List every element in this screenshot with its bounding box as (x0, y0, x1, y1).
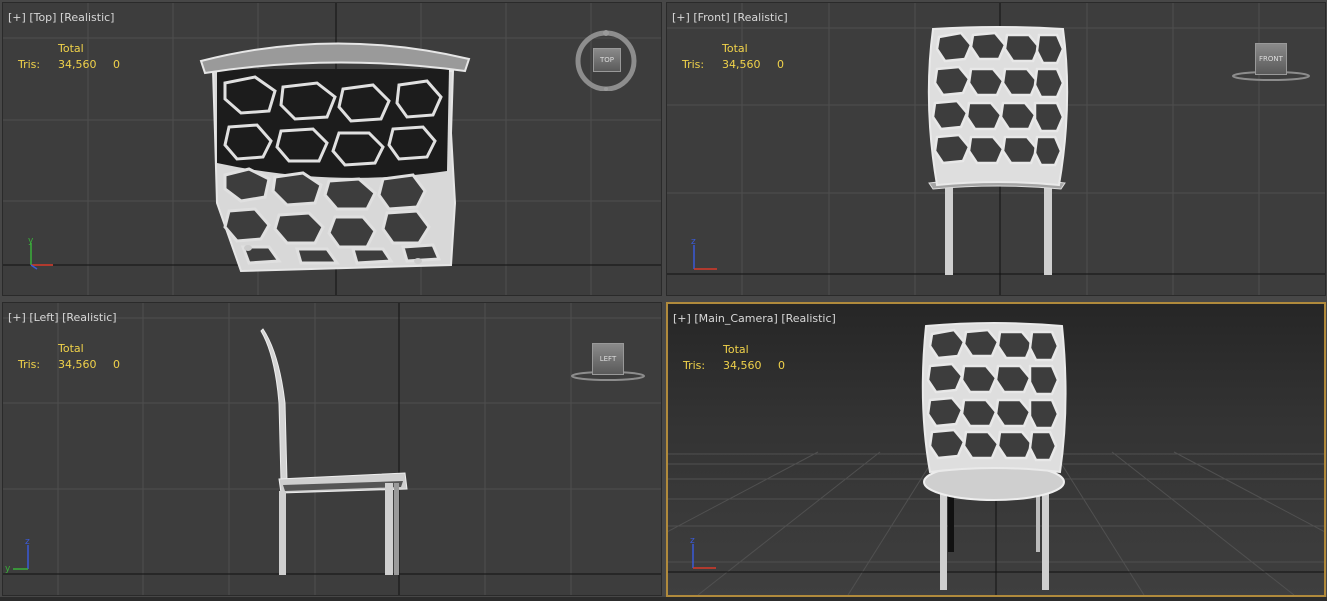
axis-y-label: y (28, 236, 34, 246)
stats-tris-value: 34,560 (722, 58, 761, 71)
axis-z-label: z (690, 536, 695, 546)
bottom-strip (0, 597, 1327, 601)
viewport-menu-plus[interactable]: [+] (673, 312, 691, 325)
viewport-shading-label[interactable]: [Realistic] (62, 311, 117, 324)
stats-tris-label: Tris: (683, 359, 706, 372)
axis-y-label: y (5, 564, 11, 574)
stats-tris-selected: 0 (113, 58, 120, 71)
front-view-scene: z (667, 3, 1325, 295)
viewport-label-top: [+] [Top] [Realistic] (8, 11, 114, 24)
viewcube-top[interactable]: TOP (573, 25, 639, 92)
viewport-shading-label[interactable]: [Realistic] (781, 312, 836, 325)
viewcube-left[interactable]: LEFT (568, 341, 648, 383)
viewport-left[interactable]: z y [+] [Left] [Realistic] Total Tris: 3… (2, 302, 662, 596)
viewcube-face-top[interactable]: TOP (593, 48, 621, 72)
axis-z-label: z (691, 237, 696, 247)
viewport-camera[interactable]: z [+] [Main_Camera] [Realistic] Total Tr… (666, 302, 1326, 597)
viewport-layout: y [+] [Top] [Realistic] Total Tris: 34,5… (0, 0, 1327, 601)
stats-total-label: Total (58, 42, 84, 55)
viewport-view-label[interactable]: [Main_Camera] (694, 312, 778, 325)
stats-tris-value: 34,560 (58, 58, 97, 71)
stats-tris-label: Tris: (682, 58, 705, 71)
viewport-front[interactable]: z [+] [Front] [Realistic] Total Tris: 34… (666, 2, 1326, 296)
left-view-scene: z y (3, 303, 661, 595)
stats-total-label: Total (58, 342, 84, 355)
stats-tris-selected: 0 (778, 359, 785, 372)
stats-tris-value: 34,560 (58, 358, 97, 371)
viewport-view-label[interactable]: [Top] (29, 11, 56, 24)
stats-tris-label: Tris: (18, 58, 41, 71)
viewcube-face-left[interactable]: LEFT (592, 343, 624, 375)
stats-total-label: Total (723, 343, 749, 356)
stats-tris-selected: 0 (113, 358, 120, 371)
stats-tris-selected: 0 (777, 58, 784, 71)
viewport-label-front: [+] [Front] [Realistic] (672, 11, 788, 24)
viewport-shading-label[interactable]: [Realistic] (733, 11, 788, 24)
viewport-label-camera: [+] [Main_Camera] [Realistic] (673, 312, 836, 325)
viewport-top[interactable]: y [+] [Top] [Realistic] Total Tris: 34,5… (2, 2, 662, 296)
top-view-scene: y (3, 3, 661, 295)
camera-view-scene: z (668, 322, 1324, 595)
stats-tris-label: Tris: (18, 358, 41, 371)
viewport-menu-plus[interactable]: [+] (672, 11, 690, 24)
stats-total-label: Total (722, 42, 748, 55)
viewport-view-label[interactable]: [Front] (693, 11, 729, 24)
viewport-shading-label[interactable]: [Realistic] (60, 11, 115, 24)
viewport-view-label[interactable]: [Left] (29, 311, 58, 324)
viewport-label-left: [+] [Left] [Realistic] (8, 311, 117, 324)
viewport-menu-plus[interactable]: [+] (8, 11, 26, 24)
viewcube-face-front[interactable]: FRONT (1255, 43, 1287, 75)
stats-tris-value: 34,560 (723, 359, 762, 372)
axis-z-label: z (25, 537, 30, 547)
viewcube-front[interactable]: FRONT (1229, 41, 1313, 83)
viewport-menu-plus[interactable]: [+] (8, 311, 26, 324)
